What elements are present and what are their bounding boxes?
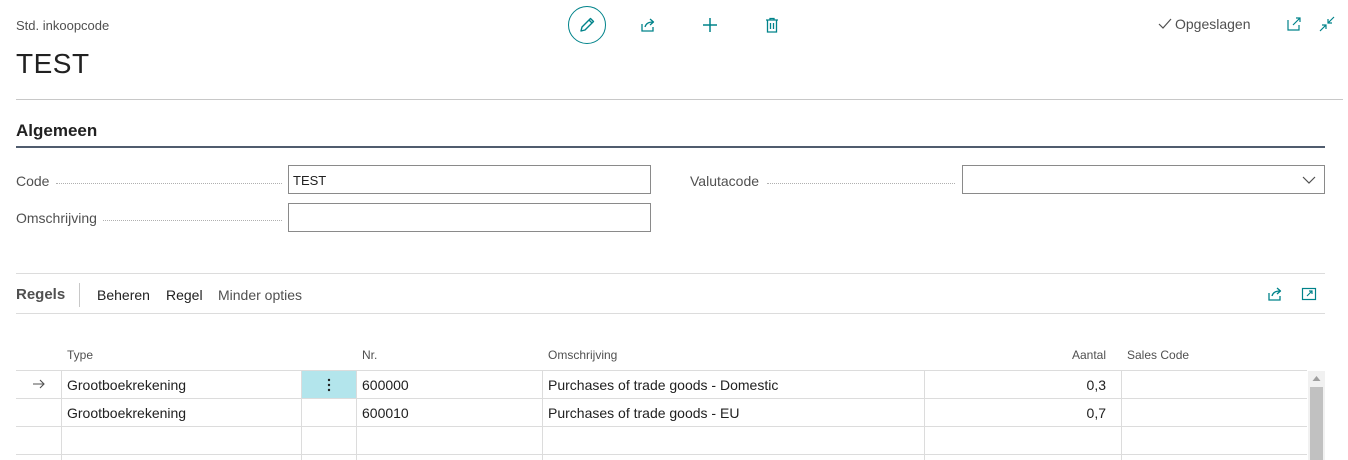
lines-title-separator [79, 283, 80, 307]
description-label: Omschrijving [16, 210, 97, 226]
currency-label-leader [767, 183, 955, 184]
open-in-new-window-button[interactable] [1284, 14, 1304, 34]
chevron-down-icon [1302, 176, 1316, 184]
page-title: TEST [16, 48, 90, 79]
expand-icon [1301, 287, 1317, 301]
collapse-button[interactable] [1317, 14, 1337, 34]
column-header-type[interactable]: Type [67, 348, 93, 362]
description-field[interactable] [288, 203, 651, 232]
grid-column-line [356, 370, 357, 460]
grid-column-line [924, 370, 925, 460]
share-icon [1268, 287, 1282, 301]
delete-button[interactable] [760, 13, 784, 37]
cell-quantity[interactable]: 0,7 [1000, 405, 1106, 421]
breadcrumb: Std. inkoopcode [16, 18, 110, 33]
current-row-arrow-icon [33, 379, 45, 389]
fewer-options-button[interactable]: Minder opties [218, 287, 302, 303]
cell-no[interactable]: 600000 [362, 377, 409, 393]
cell-description[interactable]: Purchases of trade goods - EU [548, 405, 739, 421]
line-menu[interactable]: Regel [166, 287, 203, 303]
grid-column-line [1121, 370, 1122, 460]
lines-share-button[interactable] [1266, 285, 1286, 305]
column-header-quantity[interactable]: Aantal [1000, 348, 1106, 362]
save-status: Opgeslagen [1157, 16, 1251, 32]
cell-type[interactable]: Grootboekrekening [67, 377, 186, 393]
cell-no[interactable]: 600010 [362, 405, 409, 421]
new-button[interactable] [698, 13, 722, 37]
plus-icon [703, 18, 717, 32]
page-header: Std. inkoopcode TEST Opgeslagen [0, 0, 1348, 100]
grid-line [16, 426, 1307, 427]
grid-column-line [61, 370, 62, 460]
share-button[interactable] [636, 13, 660, 37]
save-status-label: Opgeslagen [1175, 16, 1251, 32]
header-divider [16, 99, 1343, 100]
column-header-sales-code[interactable]: Sales Code [1127, 348, 1189, 362]
column-header-no[interactable]: Nr. [362, 348, 377, 362]
share-icon [641, 18, 655, 32]
lines-expand-button[interactable] [1300, 285, 1320, 305]
code-field[interactable]: TEST [288, 165, 651, 194]
manage-menu[interactable]: Beheren [97, 287, 150, 303]
open-new-window-icon [1287, 17, 1301, 31]
edit-button[interactable] [568, 6, 606, 44]
more-options-icon [327, 378, 331, 391]
row-actions-button[interactable] [302, 371, 356, 398]
lines-divider-top [16, 273, 1325, 274]
grid-line [16, 370, 1307, 371]
lines-title[interactable]: Regels [16, 286, 65, 303]
collapse-icon [1319, 16, 1335, 32]
scroll-up-icon[interactable] [1312, 375, 1321, 382]
grid-line [16, 454, 1307, 455]
currency-code-select[interactable] [962, 165, 1325, 194]
code-label-leader [56, 183, 282, 184]
grid-line [16, 398, 1307, 399]
grid-column-line [542, 370, 543, 460]
section-title-general[interactable]: Algemeen [16, 121, 97, 141]
cell-description[interactable]: Purchases of trade goods - Domestic [548, 377, 778, 393]
description-label-leader [103, 220, 282, 221]
scrollbar-thumb[interactable] [1310, 387, 1323, 460]
trash-icon [766, 17, 778, 33]
code-label: Code [16, 173, 50, 189]
pencil-icon [580, 17, 595, 32]
currency-code-label: Valutacode [690, 173, 760, 189]
check-icon [1158, 18, 1172, 29]
cell-quantity[interactable]: 0,3 [1000, 377, 1106, 393]
lines-divider-bottom [16, 313, 1325, 314]
section-divider [16, 146, 1325, 148]
column-header-description[interactable]: Omschrijving [548, 348, 617, 362]
cell-type[interactable]: Grootboekrekening [67, 405, 186, 421]
